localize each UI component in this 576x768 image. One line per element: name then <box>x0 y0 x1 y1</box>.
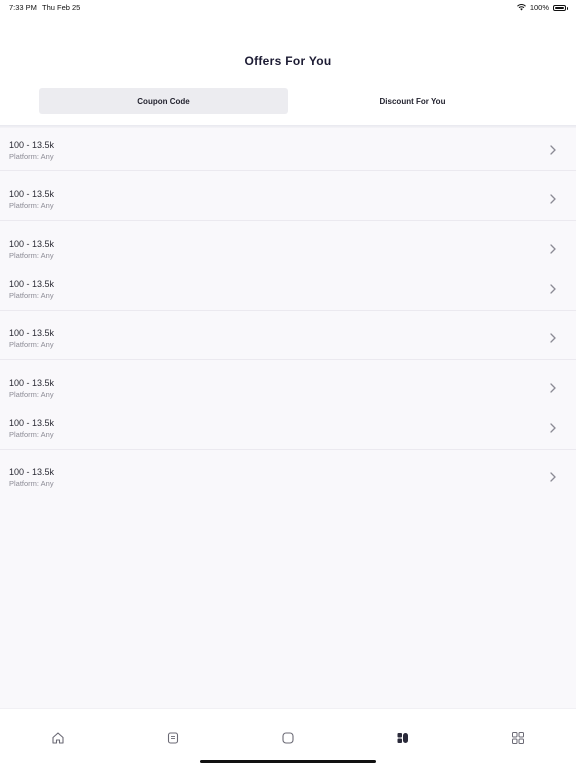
chevron-right-icon <box>550 194 556 204</box>
chevron-right-icon <box>550 333 556 343</box>
offer-platform: Platform: Any <box>9 291 54 300</box>
offer-platform: Platform: Any <box>9 479 54 488</box>
offer-platform: Platform: Any <box>9 340 54 349</box>
home-indicator <box>200 760 376 763</box>
offers-list: 100 - 13.5k Platform: Any 100 - 13.5k Pl… <box>0 128 576 708</box>
offer-amount: 100 - 13.5k <box>9 418 55 428</box>
status-indicators: 100% <box>516 3 568 12</box>
home-icon[interactable] <box>51 731 65 745</box>
page-title: Offers For You <box>244 54 332 68</box>
offer-platform: Platform: Any <box>9 152 54 161</box>
offer-row[interactable]: 100 - 13.5k Platform: Any <box>0 410 576 450</box>
row-divider <box>0 359 576 360</box>
battery-icon <box>553 4 568 11</box>
status-date: Thu Feb 25 <box>42 3 81 12</box>
square-icon[interactable] <box>281 731 295 745</box>
segmented-tabs: Coupon Code Discount For You <box>39 88 537 114</box>
battery-percent: 100% <box>529 3 549 12</box>
status-bar: 7:33 PM Thu Feb 25 100% <box>0 0 576 16</box>
tab-coupon-code[interactable]: Coupon Code <box>39 88 288 114</box>
offer-row[interactable]: 100 - 13.5k Platform: Any <box>0 231 576 271</box>
offer-platform: Platform: Any <box>9 430 54 439</box>
row-divider <box>0 449 576 450</box>
grid-icon[interactable] <box>511 731 525 745</box>
offer-amount: 100 - 13.5k <box>9 378 55 388</box>
bottom-tab-bar <box>0 708 576 768</box>
offer-amount: 100 - 13.5k <box>9 328 55 338</box>
offer-row[interactable]: 100 - 13.5k Platform: Any <box>0 181 576 221</box>
chevron-right-icon <box>550 472 556 482</box>
chevron-right-icon <box>550 244 556 254</box>
offer-platform: Platform: Any <box>9 201 54 210</box>
offer-row[interactable]: 100 - 13.5k Platform: Any <box>0 459 576 499</box>
offer-row[interactable]: 100 - 13.5k Platform: Any <box>0 370 576 410</box>
offers-icon[interactable] <box>396 731 410 745</box>
chevron-right-icon <box>550 383 556 393</box>
offer-amount: 100 - 13.5k <box>9 140 55 150</box>
document-icon[interactable] <box>166 731 180 745</box>
offer-amount: 100 - 13.5k <box>9 239 55 249</box>
wifi-icon <box>516 4 526 11</box>
row-divider <box>0 170 576 171</box>
chevron-right-icon <box>550 145 556 155</box>
tab-discount-for-you[interactable]: Discount For You <box>288 88 537 114</box>
offer-row[interactable]: 100 - 13.5k Platform: Any <box>0 132 576 172</box>
offer-row[interactable]: 100 - 13.5k Platform: Any <box>0 271 576 311</box>
chevron-right-icon <box>550 423 556 433</box>
status-time: 7:33 PM <box>9 3 37 12</box>
offer-amount: 100 - 13.5k <box>9 279 55 289</box>
offer-platform: Platform: Any <box>9 390 54 399</box>
row-divider <box>0 310 576 311</box>
offer-platform: Platform: Any <box>9 251 54 260</box>
offer-amount: 100 - 13.5k <box>9 189 55 199</box>
offer-row[interactable]: 100 - 13.5k Platform: Any <box>0 320 576 360</box>
row-divider <box>0 220 576 221</box>
offer-amount: 100 - 13.5k <box>9 467 55 477</box>
chevron-right-icon <box>550 284 556 294</box>
